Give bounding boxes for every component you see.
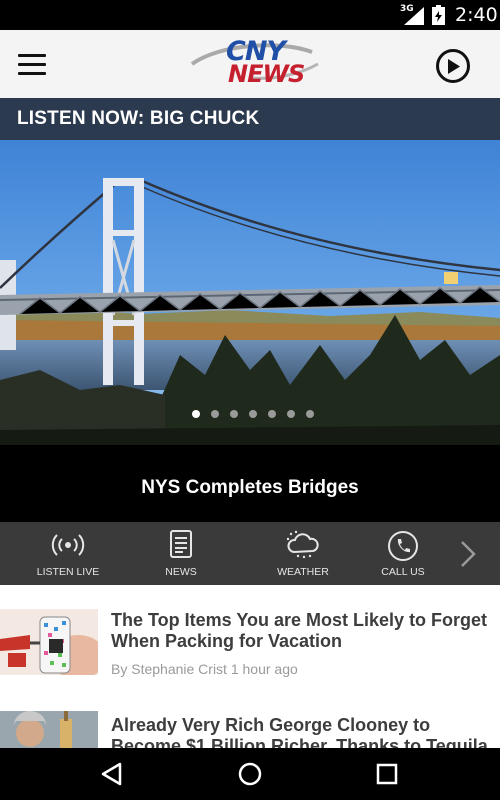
shortcut-listen-live[interactable]: LISTEN LIVE <box>18 522 118 585</box>
listen-now-bar[interactable]: LISTEN NOW: BIG CHUCK <box>0 98 500 140</box>
shortcut-label: NEWS <box>165 566 197 578</box>
newspaper-icon <box>170 530 192 558</box>
shortcut-label: LISTEN LIVE <box>36 566 100 578</box>
signal-icon <box>404 7 424 25</box>
app-header: CNY NEWS <box>0 30 500 98</box>
shortcut-label: CALL US <box>381 566 425 578</box>
play-circle-icon[interactable] <box>436 49 470 83</box>
weather-cloud-icon <box>286 530 319 559</box>
article-thumbnail <box>0 609 98 675</box>
carousel-dot[interactable] <box>287 410 295 418</box>
bridge-photo <box>0 140 500 445</box>
status-bar: 3G 2:40 <box>0 0 500 30</box>
hero-headline-bar[interactable]: NYS Completes Bridges <box>0 445 500 522</box>
carousel-dot[interactable] <box>230 410 238 418</box>
system-nav-bar <box>0 748 500 800</box>
shortcut-label: WEATHER <box>277 566 329 578</box>
hero-headline: NYS Completes Bridges <box>141 477 359 498</box>
shortcut-nav: LISTEN LIVE NEWS WEATHER CALL US <box>0 522 500 585</box>
shortcut-news[interactable]: NEWS <box>131 522 231 585</box>
article-thumbnail <box>0 711 98 748</box>
hero-carousel[interactable] <box>0 140 500 445</box>
broadcast-icon <box>51 534 85 556</box>
carousel-dot[interactable] <box>268 410 276 418</box>
back-icon[interactable] <box>100 761 126 787</box>
status-time: 2:40 <box>455 4 498 26</box>
article-time: 1 hour ago <box>230 661 298 677</box>
article-title: The Top Items You are Most Likely to For… <box>111 610 488 651</box>
battery-icon <box>432 5 445 25</box>
logo-text-news: NEWS <box>228 60 305 88</box>
carousel-dot[interactable] <box>306 410 314 418</box>
article-item[interactable]: The Top Items You are Most Likely to For… <box>0 585 500 685</box>
home-icon[interactable] <box>237 761 263 787</box>
article-author: By Stephanie Crist <box>111 661 227 677</box>
listen-now-label: LISTEN NOW: BIG CHUCK <box>17 108 260 129</box>
carousel-dot[interactable] <box>192 410 200 418</box>
article-item[interactable]: Already Very Rich George Clooney to Beco… <box>0 705 500 748</box>
recents-icon[interactable] <box>374 761 400 787</box>
phone-icon <box>388 531 418 561</box>
app-screen: 3G 2:40 CNY NEWS LISTEN NOW: BIG CHUCK N… <box>0 0 500 800</box>
carousel-dot[interactable] <box>249 410 257 418</box>
article-feed: The Top Items You are Most Likely to For… <box>0 585 500 748</box>
cny-news-logo: CNY NEWS <box>190 34 320 94</box>
hamburger-menu-icon[interactable] <box>16 52 50 78</box>
chevron-right-icon[interactable] <box>452 536 482 572</box>
shortcut-weather[interactable]: WEATHER <box>253 522 353 585</box>
shortcut-call-us[interactable]: CALL US <box>353 522 453 585</box>
carousel-dot[interactable] <box>211 410 219 418</box>
article-meta: By Stephanie Crist 1 hour ago <box>111 661 298 677</box>
article-title: Already Very Rich George Clooney to Beco… <box>111 715 488 748</box>
